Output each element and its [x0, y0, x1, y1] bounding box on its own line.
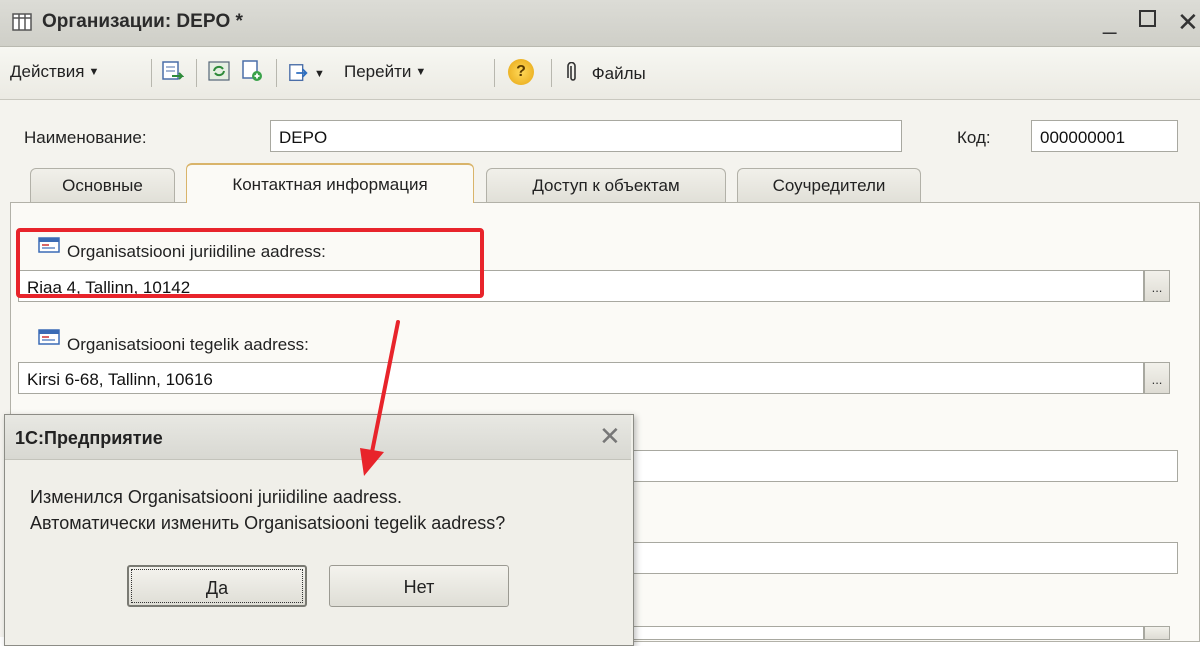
address-card-icon	[38, 329, 60, 345]
caret-down-icon: ▼	[88, 66, 100, 78]
minimize-button[interactable]: _	[1103, 8, 1116, 36]
dialog-message-line1: Изменился Organisatsiooni juriidiline aa…	[30, 487, 402, 507]
legal-address-select-button[interactable]: ...	[1144, 270, 1170, 302]
contact-field-5-select-button[interactable]	[1144, 626, 1170, 640]
goto-menu[interactable]: Перейти ▼	[344, 62, 426, 82]
actions-menu[interactable]: Действия ▼	[10, 62, 99, 82]
tab-object-access[interactable]: Доступ к объектам	[486, 168, 726, 202]
create-based-on-menu[interactable]: ▼	[288, 62, 325, 84]
no-button[interactable]: Нет	[329, 565, 509, 607]
confirm-dialog: 1С:Предприятие ✕ Изменился Organisatsioo…	[4, 414, 634, 646]
yes-button[interactable]: Да	[127, 565, 307, 607]
caret-down-icon: ▼	[314, 68, 325, 80]
caret-down-icon: ▼	[415, 66, 427, 78]
refresh-icon[interactable]	[207, 59, 231, 83]
help-icon[interactable]: ?	[508, 59, 534, 85]
actual-address-select-button[interactable]: ...	[1144, 362, 1170, 394]
title-bar: Организации: DEPO * _ ✕	[0, 0, 1200, 47]
files-button[interactable]: Файлы	[567, 61, 646, 84]
tab-main[interactable]: Основные	[30, 168, 175, 202]
toolbar: Действия ▼ ▼ Перейти ▼ ? Файлы	[0, 47, 1200, 100]
main-window: Организации: DEPO * _ ✕ Действия ▼ ▼ Пер…	[0, 0, 1200, 646]
toolbar-separator	[551, 59, 552, 87]
document-arrow-icon	[289, 64, 308, 82]
dialog-close-icon[interactable]: ✕	[599, 421, 621, 452]
highlight-box	[16, 228, 484, 298]
code-label: Код:	[957, 128, 991, 147]
files-label: Файлы	[591, 64, 646, 83]
close-button[interactable]: ✕	[1177, 8, 1199, 36]
code-input[interactable]: 000000001	[1031, 120, 1178, 152]
dialog-title-bar: 1С:Предприятие ✕	[5, 415, 631, 460]
tab-contact-info[interactable]: Контактная информация	[186, 163, 474, 203]
actions-label: Действия	[10, 62, 85, 81]
toolbar-separator	[276, 59, 277, 87]
toolbar-separator	[494, 59, 495, 87]
dialog-title: 1С:Предприятие	[15, 428, 163, 448]
copy-add-icon[interactable]	[240, 59, 264, 83]
dialog-message-line2: Автоматически изменить Organisatsiooni t…	[30, 513, 506, 533]
name-input[interactable]: DEPO	[270, 120, 902, 152]
actual-address-input[interactable]: Kirsi 6-68, Tallinn, 10616	[18, 362, 1144, 394]
actual-address-label: Organisatsiooni tegelik aadress:	[67, 335, 309, 354]
catalog-icon	[12, 13, 32, 31]
toolbar-separator	[196, 59, 197, 87]
post-and-close-icon[interactable]	[160, 59, 184, 83]
maximize-button[interactable]	[1139, 10, 1156, 27]
paperclip-icon	[567, 61, 576, 81]
name-label: Наименование:	[24, 128, 147, 147]
window-title: Организации: DEPO *	[42, 11, 243, 32]
tab-cofounders[interactable]: Соучредители	[737, 168, 921, 202]
toolbar-separator	[151, 59, 152, 87]
goto-label: Перейти	[344, 62, 412, 81]
